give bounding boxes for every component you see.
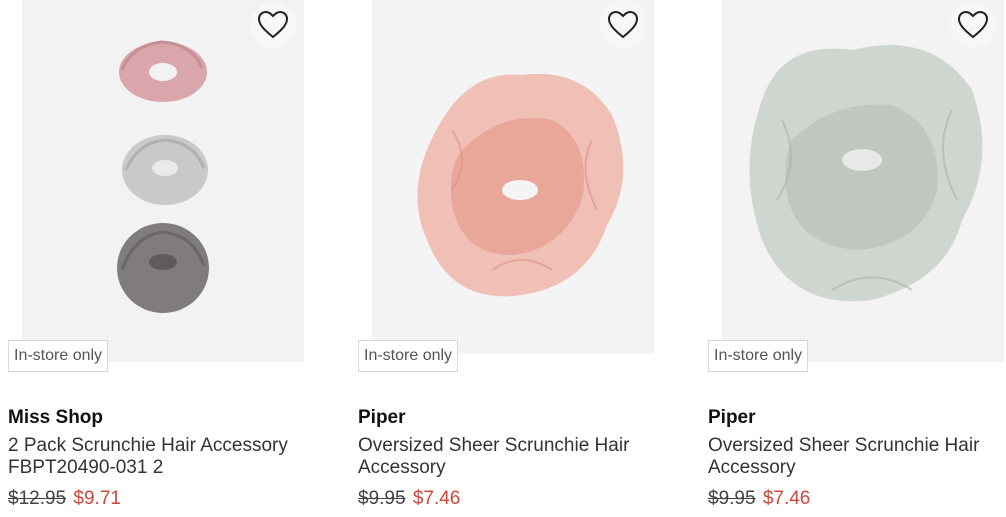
scrunchie-image — [722, 0, 1004, 362]
scrunchie-image — [22, 0, 304, 362]
product-title-line[interactable]: 2 Pack Scrunchie Hair Accessory — [8, 435, 308, 457]
in-store-only-badge: In-store only — [708, 340, 809, 372]
product-brand[interactable]: Piper — [708, 407, 756, 429]
product-price: $9.95 $7.46 — [708, 488, 810, 510]
wishlist-button[interactable] — [600, 2, 646, 48]
heart-outline-icon — [257, 10, 289, 39]
product-title[interactable]: Oversized Sheer Scrunchie Hair Accessory — [708, 435, 1006, 479]
product-title-line[interactable]: Accessory — [358, 457, 658, 479]
product-title[interactable]: 2 Pack Scrunchie Hair Accessory FBPT2049… — [8, 435, 308, 479]
wishlist-button[interactable] — [250, 2, 296, 48]
product-title-line[interactable]: Oversized Sheer Scrunchie Hair — [358, 435, 658, 457]
product-image[interactable] — [722, 0, 1004, 362]
product-price: $9.95 $7.46 — [358, 488, 460, 510]
product-title-line[interactable]: Oversized Sheer Scrunchie Hair — [708, 435, 1006, 457]
product-brand[interactable]: Miss Shop — [8, 407, 103, 429]
wishlist-button[interactable] — [950, 2, 996, 48]
in-store-only-badge: In-store only — [358, 340, 459, 372]
product-price: $12.95 $9.71 — [8, 488, 121, 510]
product-title-line[interactable]: Accessory — [708, 457, 1006, 479]
sale-price: $9.71 — [73, 488, 121, 509]
heart-outline-icon — [957, 10, 989, 39]
product-card[interactable]: In-store only Miss Shop 2 Pack Scrunchie… — [8, 0, 308, 517]
original-price: $9.95 — [358, 488, 406, 509]
sale-price: $7.46 — [412, 488, 461, 509]
product-title[interactable]: Oversized Sheer Scrunchie Hair Accessory — [358, 435, 658, 479]
original-price: $12.95 — [8, 488, 67, 509]
product-image[interactable] — [372, 0, 654, 354]
product-brand[interactable]: Piper — [358, 407, 406, 429]
product-card[interactable]: In-store only Piper Oversized Sheer Scru… — [708, 0, 1006, 517]
heart-outline-icon — [607, 10, 639, 39]
original-price: $9.95 — [708, 488, 756, 509]
in-store-only-badge: In-store only — [8, 340, 109, 372]
sale-price: $7.46 — [762, 488, 811, 509]
product-title-line[interactable]: FBPT20490-031 2 — [8, 457, 308, 479]
product-image[interactable] — [22, 0, 304, 362]
scrunchie-image — [372, 0, 654, 354]
product-card[interactable]: In-store only Piper Oversized Sheer Scru… — [358, 0, 658, 517]
